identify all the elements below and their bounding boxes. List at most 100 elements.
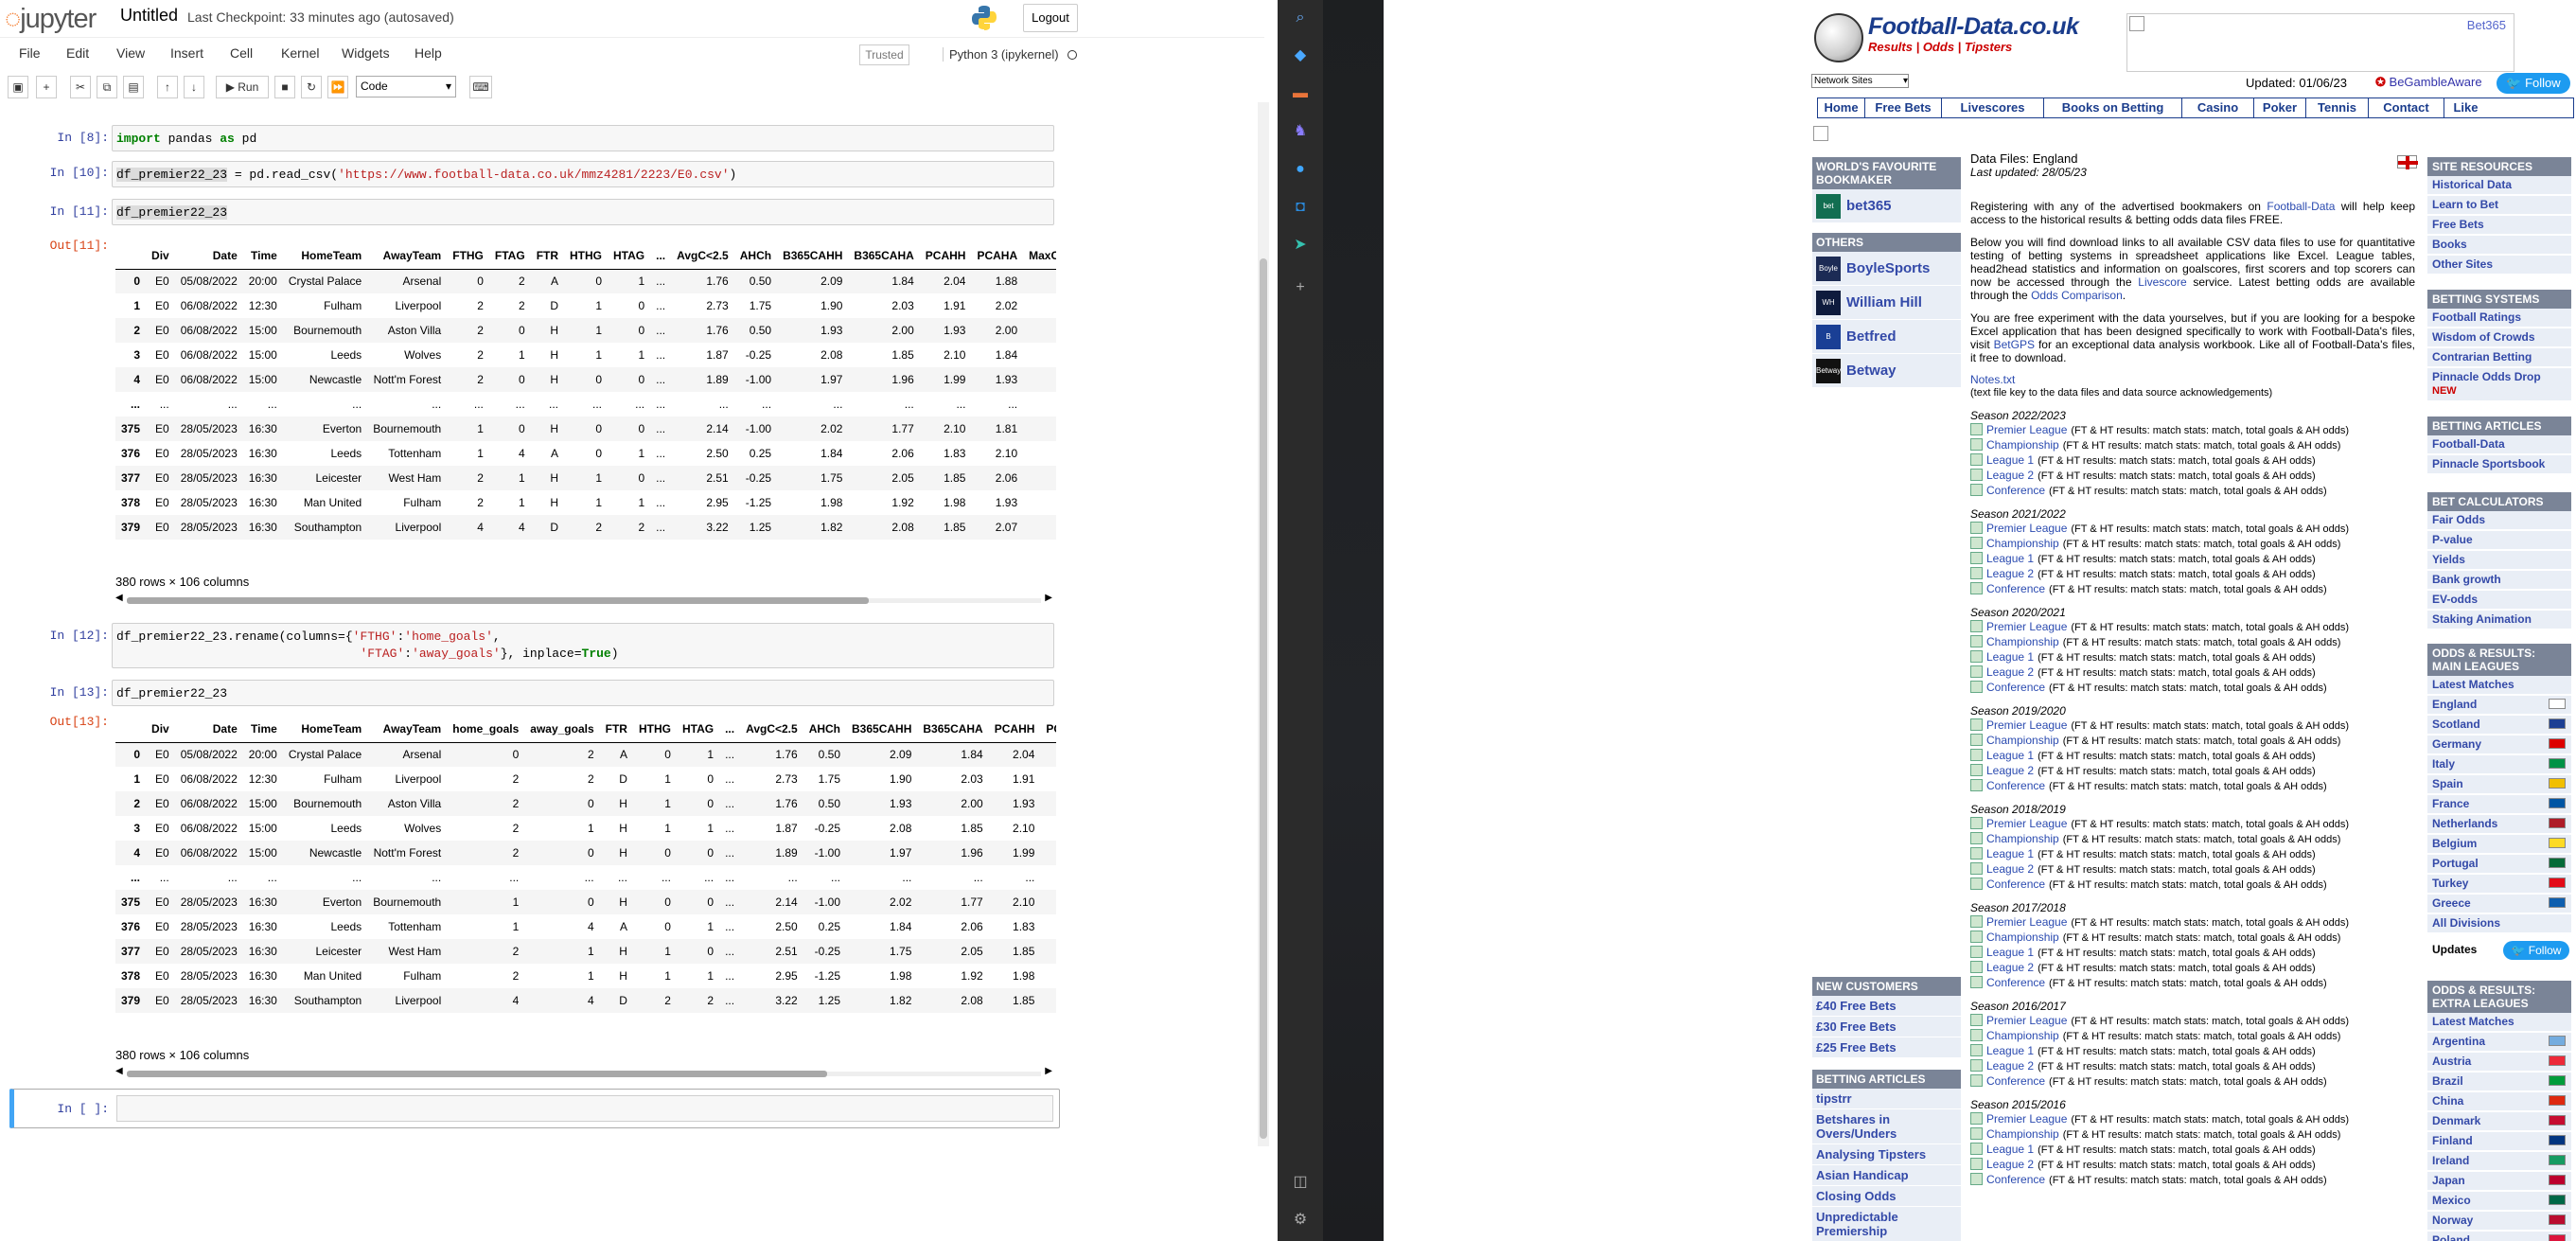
csv-file-icon[interactable] <box>1970 582 1983 594</box>
nav-like[interactable]: Like <box>2444 98 2487 117</box>
betgps-link[interactable]: BetGPS <box>1994 338 2035 351</box>
sidebar-link[interactable]: £30 Free Bets <box>1812 1017 1961 1037</box>
sidebar-link[interactable]: EV-odds <box>2427 591 2571 611</box>
code-cell-12[interactable]: df_premier22_23.rename(columns={'FTHG':'… <box>112 623 1054 668</box>
outlook-icon[interactable]: ◘ <box>1292 199 1309 216</box>
league-link[interactable]: League 2 <box>1986 961 2034 974</box>
link-label[interactable]: Spain <box>2432 777 2463 790</box>
csv-download-row[interactable]: Championship (FT & HT results: match stat… <box>1970 437 2415 452</box>
sidebar-link[interactable]: Belgium <box>2427 835 2571 855</box>
notebook-title[interactable]: Untitled <box>120 6 178 26</box>
link-label[interactable]: England <box>2432 698 2477 711</box>
network-sites-select[interactable]: Network Sites ▾ <box>1811 74 1909 88</box>
ad-alt-text[interactable]: Bet365 <box>2467 18 2506 32</box>
menu-kernel[interactable]: Kernel <box>281 45 319 61</box>
logout-button[interactable]: Logout <box>1023 4 1078 32</box>
csv-download-row[interactable]: Premier League (FT & HT results: match st… <box>1970 1013 2415 1028</box>
notes-link[interactable]: Notes.txt <box>1970 373 2015 386</box>
sidebar-link[interactable]: Portugal <box>2427 855 2571 875</box>
scroll-thumb[interactable] <box>127 1071 827 1077</box>
league-link[interactable]: League 2 <box>1986 1158 2034 1171</box>
csv-download-row[interactable]: Championship (FT & HT results: match stat… <box>1970 536 2415 551</box>
csv-download-row[interactable]: League 1 (FT & HT results: match stats: m… <box>1970 846 2415 861</box>
csv-file-icon[interactable] <box>1970 718 1983 731</box>
csv-download-row[interactable]: League 2 (FT & HT results: match stats: m… <box>1970 1058 2415 1073</box>
csv-file-icon[interactable] <box>1970 931 1983 943</box>
twitter-follow-button[interactable]: 🐦 Follow <box>2497 73 2570 94</box>
sidebar-link[interactable]: Analysing Tipsters <box>1812 1144 1961 1165</box>
sidebar-link[interactable]: Finland <box>2427 1132 2571 1152</box>
league-link[interactable]: League 1 <box>1986 1143 2034 1156</box>
csv-file-icon[interactable] <box>1970 665 1983 678</box>
sidebar-link[interactable]: Scotland <box>2427 716 2571 736</box>
league-link[interactable]: Championship <box>1986 931 2059 944</box>
bookmaker-boylesports[interactable]: Boyle BoyleSports <box>1812 252 1961 286</box>
sidebar-link[interactable]: France <box>2427 795 2571 815</box>
csv-file-icon[interactable] <box>1970 552 1983 564</box>
league-link[interactable]: Championship <box>1986 635 2059 648</box>
scroll-right-icon[interactable]: ▶ <box>1045 1066 1052 1076</box>
league-link[interactable]: Conference <box>1986 582 2045 595</box>
csv-file-icon[interactable] <box>1970 915 1983 928</box>
league-link[interactable]: League 2 <box>1986 567 2034 580</box>
csv-file-icon[interactable] <box>1970 438 1983 451</box>
csv-file-icon[interactable] <box>1970 681 1983 693</box>
scroll-thumb[interactable] <box>127 597 869 604</box>
link-label[interactable]: All Divisions <box>2432 916 2500 930</box>
sidebar-link[interactable]: Austria <box>2427 1053 2571 1073</box>
copy-icon[interactable]: ⧉ <box>97 76 117 98</box>
paste-icon[interactable]: ▤ <box>123 76 144 98</box>
menu-cell[interactable]: Cell <box>230 45 253 61</box>
link-label[interactable]: Football-Data <box>2432 437 2505 451</box>
csv-download-row[interactable]: League 1 (FT & HT results: match stats: m… <box>1970 649 2415 665</box>
link-label[interactable]: Poland <box>2432 1233 2470 1241</box>
league-link[interactable]: Conference <box>1986 484 2045 497</box>
league-link[interactable]: Championship <box>1986 537 2059 550</box>
league-link[interactable]: League 1 <box>1986 650 2034 664</box>
begambleaware-link[interactable]: ✪ BeGambleAware <box>2375 75 2482 90</box>
csv-file-icon[interactable] <box>1970 832 1983 844</box>
nav-poker[interactable]: Poker <box>2254 98 2306 117</box>
banner-ad[interactable]: Bet365 <box>2126 13 2514 72</box>
bookmaker-name[interactable]: bet365 <box>1846 198 1892 214</box>
sidebar-link[interactable]: Denmark <box>2427 1112 2571 1132</box>
csv-download-row[interactable]: League 2 (FT & HT results: match stats: m… <box>1970 861 2415 877</box>
link-label[interactable]: Yields <box>2432 553 2465 566</box>
csv-download-row[interactable]: Premier League (FT & HT results: match st… <box>1970 1111 2415 1126</box>
csv-file-icon[interactable] <box>1970 650 1983 663</box>
league-link[interactable]: League 2 <box>1986 862 2034 876</box>
nav-free-bets[interactable]: Free Bets <box>1865 98 1942 117</box>
csv-file-icon[interactable] <box>1970 976 1983 988</box>
csv-download-row[interactable]: League 1 (FT & HT results: match stats: m… <box>1970 1142 2415 1157</box>
csv-download-row[interactable]: League 1 (FT & HT results: match stats: m… <box>1970 945 2415 960</box>
csv-download-row[interactable]: Championship (FT & HT results: match stat… <box>1970 733 2415 748</box>
csv-download-row[interactable]: Premier League (FT & HT results: match st… <box>1970 914 2415 930</box>
csv-file-icon[interactable] <box>1970 1074 1983 1087</box>
sidebar-link[interactable]: Latest Matches <box>2427 1013 2571 1033</box>
csv-file-icon[interactable] <box>1970 1029 1983 1041</box>
sidebar-link[interactable]: Learn to Bet <box>2427 196 2571 216</box>
sidebar-link[interactable]: Unpredictable Premiership <box>1812 1207 1961 1241</box>
league-link[interactable]: Premier League <box>1986 718 2067 732</box>
csv-download-row[interactable]: Premier League (FT & HT results: match st… <box>1970 816 2415 831</box>
link-label[interactable]: Pinnacle Odds Drop <box>2432 370 2541 383</box>
sidebar-link[interactable]: Yields <box>2427 551 2571 571</box>
link-label[interactable]: Japan <box>2432 1174 2465 1187</box>
link-label[interactable]: P-value <box>2432 533 2473 546</box>
sidebar-link[interactable]: England <box>2427 696 2571 716</box>
sidebar-link[interactable]: Netherlands <box>2427 815 2571 835</box>
nav-home[interactable]: Home <box>1818 98 1865 117</box>
link-label[interactable]: Germany <box>2432 737 2481 751</box>
league-link[interactable]: Premier League <box>1986 915 2067 929</box>
csv-file-icon[interactable] <box>1970 1173 1983 1185</box>
sidebar-link[interactable]: Asian Handicap <box>1812 1165 1961 1186</box>
football-data-link[interactable]: Football-Data <box>2267 200 2335 213</box>
trusted-indicator[interactable]: Trusted <box>859 44 909 65</box>
site-name[interactable]: Football-Data.co.uk <box>1868 13 2079 41</box>
csv-file-icon[interactable] <box>1970 862 1983 875</box>
league-link[interactable]: Premier League <box>1986 1112 2067 1126</box>
menu-edit[interactable]: Edit <box>66 45 89 61</box>
bookmaker-name[interactable]: BoyleSports <box>1846 260 1930 276</box>
league-link[interactable]: League 1 <box>1986 749 2034 762</box>
link-label[interactable]: Historical Data <box>2432 178 2512 191</box>
